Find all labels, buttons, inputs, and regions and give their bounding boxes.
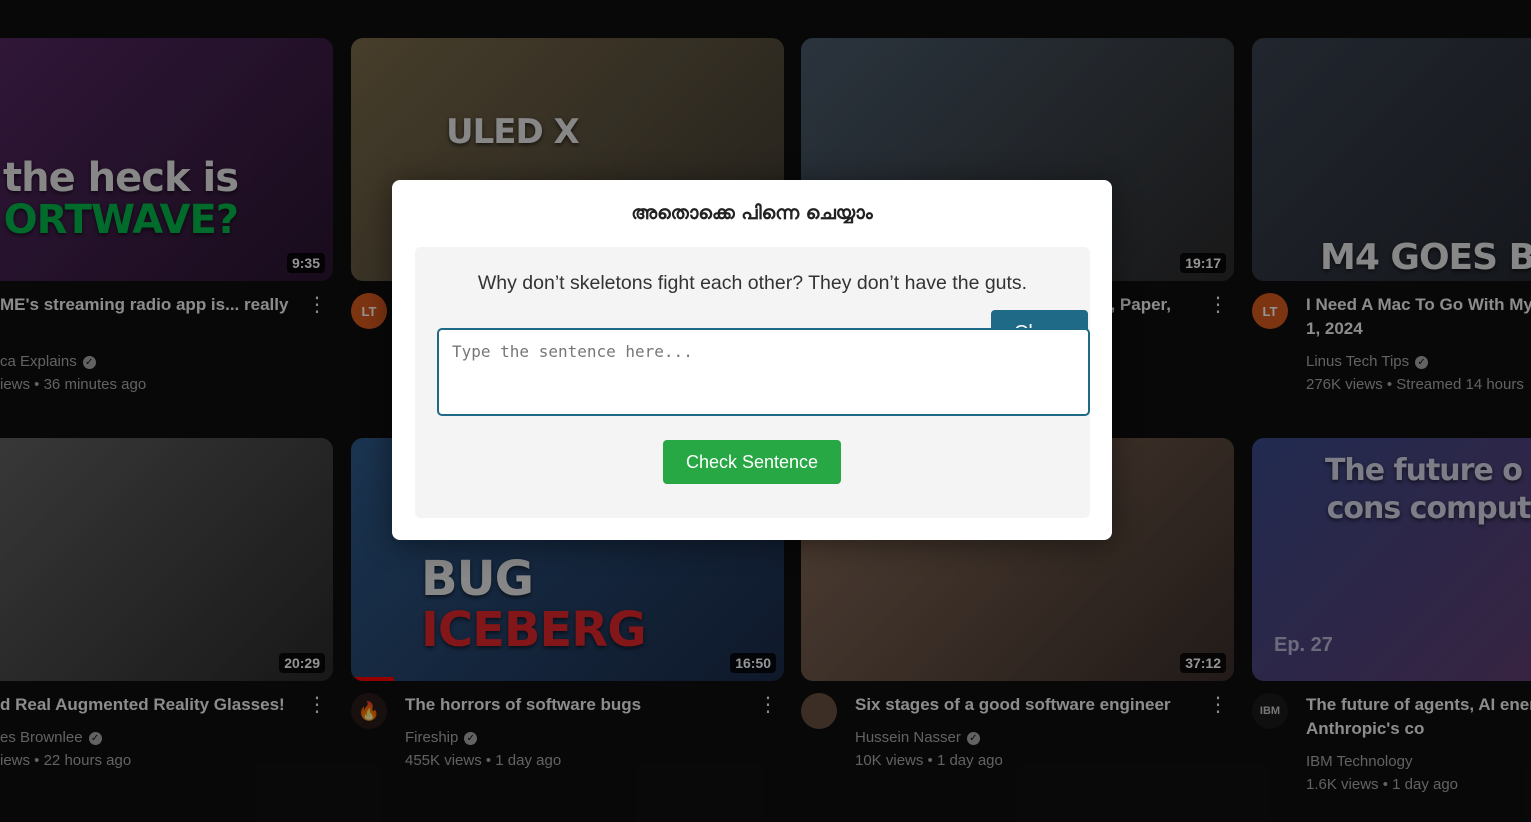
joke-sentence: Why don’t skeletons fight each other? Th… xyxy=(477,272,1028,294)
check-sentence-button[interactable]: Check Sentence xyxy=(663,440,841,484)
modal-dialog: അതൊക്കെ പിന്നെ ചെയ്യാം Why don’t skeleto… xyxy=(392,180,1112,540)
sentence-input[interactable] xyxy=(437,328,1090,416)
modal-title: അതൊക്കെ പിന്നെ ചെയ്യാം xyxy=(631,202,873,224)
